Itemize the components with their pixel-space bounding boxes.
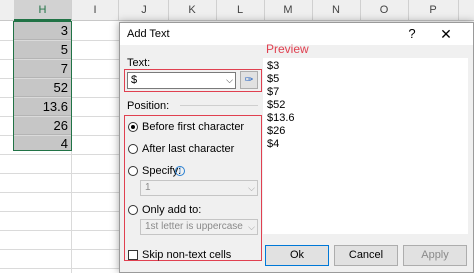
text-input[interactable]: $ ⌵ (127, 72, 236, 89)
cell-h[interactable]: 7 (14, 60, 71, 78)
position-divider (180, 105, 258, 106)
skip-non-text-label[interactable]: Skip non-text cells (142, 249, 231, 261)
cancel-button[interactable]: Cancel (334, 245, 398, 266)
preview-item: $5 (267, 73, 280, 85)
add-text-dialog: Add Text ? ✕ Text: $ ⌵ ✑ Preview $3 $5 $… (119, 22, 474, 273)
eyedropper-icon: ✑ (244, 74, 254, 86)
preview-list: $3 $5 $7 $52 $13.6 $26 $4 (263, 58, 468, 234)
column-header-k[interactable]: K (168, 0, 217, 20)
only-add-to-select: 1st letter is uppercase ⌵ (140, 219, 258, 235)
specify-input: 1 ⌵ (140, 180, 258, 196)
only-add-to-value: 1st letter is uppercase (145, 221, 243, 232)
help-button[interactable]: ? (402, 25, 422, 43)
chevron-down-icon: ⌵ (248, 222, 255, 232)
column-header-l[interactable]: L (216, 0, 265, 20)
column-header-n[interactable]: N (312, 0, 361, 20)
cell-h[interactable]: 52 (14, 79, 71, 97)
cell-h[interactable]: 4 (14, 136, 71, 151)
preview-item: $7 (267, 86, 280, 98)
column-header-i[interactable]: I (72, 0, 119, 20)
cell-h[interactable]: 5 (14, 41, 71, 59)
cell-h[interactable]: 13.6 (14, 98, 71, 116)
text-input-value: $ (131, 74, 138, 86)
specify-value: 1 (145, 182, 151, 193)
specify-radio[interactable] (128, 166, 138, 176)
preview-item: $13.6 (267, 112, 295, 124)
cell-h[interactable]: 26 (14, 117, 71, 135)
column-header-m[interactable]: M (264, 0, 313, 20)
column-header-h[interactable]: H (14, 0, 72, 21)
preview-item: $52 (267, 99, 286, 111)
column-header-o[interactable]: O (360, 0, 409, 20)
cell-h[interactable]: 3 (14, 22, 71, 40)
info-icon[interactable]: i (175, 166, 185, 176)
dialog-title: Add Text (127, 28, 170, 40)
preview-label: Preview (266, 42, 309, 56)
after-last-radio[interactable] (128, 144, 138, 154)
preview-item: $26 (267, 125, 286, 137)
ok-button[interactable]: Ok (265, 245, 329, 266)
before-first-radio[interactable] (128, 122, 138, 132)
column-header-bar: H I J K L M N O P (0, 0, 474, 21)
preview-item: $3 (267, 60, 280, 72)
column-header-j[interactable]: J (120, 0, 169, 20)
chevron-down-icon: ⌵ (248, 183, 255, 193)
close-button[interactable]: ✕ (436, 25, 456, 43)
grid-line (71, 20, 72, 273)
column-header-p[interactable]: P (408, 0, 459, 20)
position-label: Position: (127, 100, 170, 112)
apply-button[interactable]: Apply (403, 245, 467, 266)
only-add-to-label[interactable]: Only add to: (142, 204, 201, 216)
picker-button[interactable]: ✑ (240, 71, 258, 89)
preview-item: $4 (267, 138, 280, 150)
before-first-label[interactable]: Before first character (142, 121, 244, 133)
chevron-down-icon[interactable]: ⌵ (226, 73, 233, 88)
text-label: Text: (127, 57, 151, 69)
only-add-to-radio[interactable] (128, 205, 138, 215)
skip-non-text-checkbox[interactable] (128, 250, 138, 260)
after-last-label[interactable]: After last character (142, 143, 234, 155)
